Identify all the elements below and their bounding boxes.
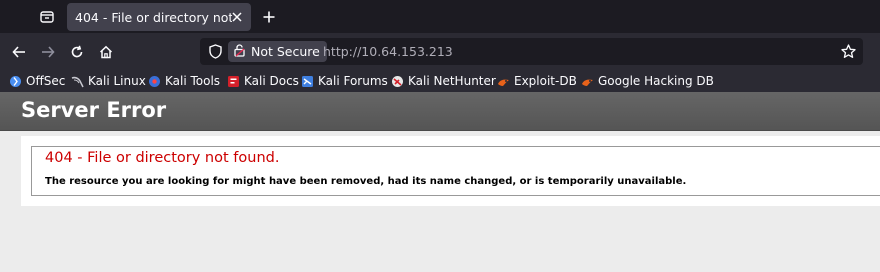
bookmark-google-hacking-db[interactable]: Google Hacking DB xyxy=(581,72,714,90)
kali-docs-icon xyxy=(227,75,240,88)
arrow-right-icon xyxy=(42,46,55,58)
navigation-toolbar: Not Secure http://10.64.153.213 xyxy=(0,33,880,70)
new-tab-button[interactable] xyxy=(259,7,279,27)
bookmarks-toolbar: OffSec Kali Linux Kali Tools Kali Docs K… xyxy=(0,70,880,92)
bookmark-label: Kali Tools xyxy=(165,74,221,88)
bookmark-label: OffSec xyxy=(26,74,66,88)
url-text[interactable]: http://10.64.153.213 xyxy=(323,44,453,59)
back-button[interactable] xyxy=(9,42,29,62)
active-tab[interactable]: 404 - File or directory not found. xyxy=(67,3,251,31)
reload-icon xyxy=(71,45,83,58)
error-box: 404 - File or directory not found. The r… xyxy=(31,146,880,196)
error-detail: The resource you are looking for might h… xyxy=(45,176,687,187)
home-icon xyxy=(99,45,113,59)
exploit-db-icon xyxy=(497,75,510,88)
home-button[interactable] xyxy=(96,42,116,62)
kali-nethunter-icon xyxy=(391,75,404,88)
error-heading: 404 - File or directory not found. xyxy=(45,150,280,166)
bookmark-kali-forums[interactable]: Kali Forums xyxy=(301,72,388,90)
bookmark-kali-nethunter[interactable]: Kali NetHunter xyxy=(391,72,496,90)
reload-button[interactable] xyxy=(67,42,87,62)
unlocked-warning-icon xyxy=(234,42,245,61)
google-hacking-db-icon xyxy=(581,75,594,88)
bookmark-label: Google Hacking DB xyxy=(598,74,714,88)
page-title: Server Error xyxy=(21,98,167,122)
bookmark-kali-docs[interactable]: Kali Docs xyxy=(227,72,299,90)
shield-icon[interactable] xyxy=(207,43,223,60)
close-icon[interactable] xyxy=(230,10,244,24)
site-security-indicator[interactable]: Not Secure xyxy=(228,41,327,62)
forward-button[interactable] xyxy=(38,42,58,62)
bookmark-label: Kali Forums xyxy=(318,74,388,88)
bookmark-label: Exploit-DB xyxy=(514,74,577,88)
star-icon[interactable] xyxy=(840,43,857,60)
plus-icon xyxy=(263,11,275,23)
bookmark-kali-tools[interactable]: Kali Tools xyxy=(148,72,220,90)
page-header: Server Error xyxy=(0,92,880,131)
bookmark-kali-linux[interactable]: Kali Linux xyxy=(71,72,146,90)
bookmark-label: Kali Docs xyxy=(244,74,299,88)
bookmark-offsec[interactable]: OffSec xyxy=(9,72,65,90)
address-bar[interactable]: Not Secure http://10.64.153.213 xyxy=(200,38,863,65)
arrow-left-icon xyxy=(12,46,25,58)
bookmark-label: Kali Linux xyxy=(88,74,146,88)
content-panel: 404 - File or directory not found. The r… xyxy=(21,136,880,206)
tab-bar: 404 - File or directory not found. xyxy=(0,0,880,33)
page-viewport: Server Error 404 - File or directory not… xyxy=(0,92,880,272)
kali-forums-icon xyxy=(301,75,314,88)
list-all-tabs-icon[interactable] xyxy=(36,6,58,28)
kali-dragon-icon xyxy=(71,75,84,88)
bookmark-exploit-db[interactable]: Exploit-DB xyxy=(497,72,577,90)
bookmark-label: Kali NetHunter xyxy=(408,74,496,88)
offsec-icon xyxy=(9,75,22,88)
security-label: Not Secure xyxy=(251,44,320,59)
kali-tools-icon xyxy=(148,75,161,88)
tab-title: 404 - File or directory not found. xyxy=(75,9,232,25)
